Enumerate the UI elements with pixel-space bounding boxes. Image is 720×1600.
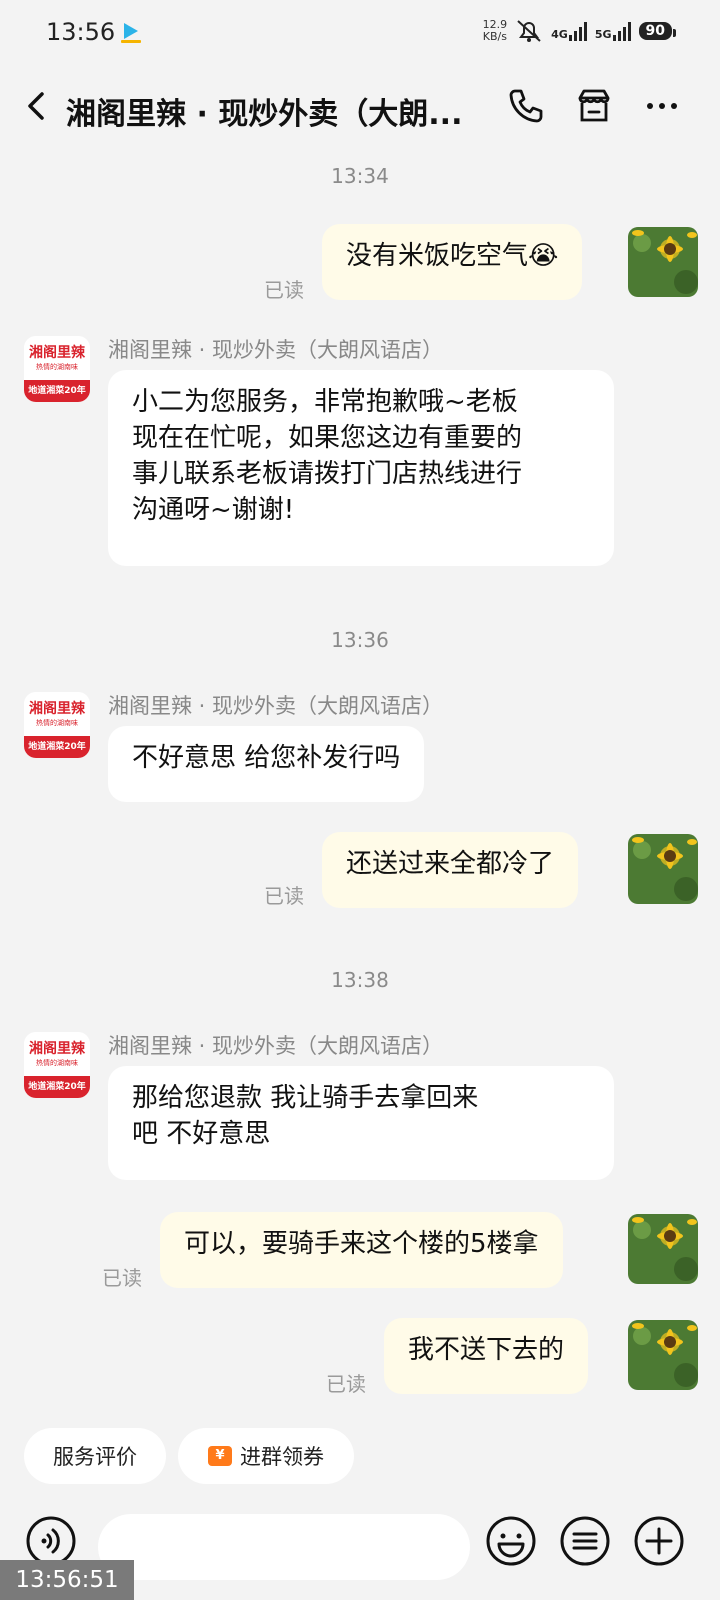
net-speed: 12.9 KB/s xyxy=(483,19,508,43)
shop-icon[interactable] xyxy=(572,84,616,128)
more-icon[interactable] xyxy=(640,84,684,128)
join-group-coupon-button[interactable]: ¥ 进群领券 xyxy=(178,1428,354,1484)
signal-5g-label: 5G xyxy=(594,28,612,41)
back-icon[interactable] xyxy=(18,86,58,126)
sunflower-avatar-icon xyxy=(628,834,698,904)
message-line: 吧 不好意思 xyxy=(132,1119,271,1149)
timestamp: 13:34 xyxy=(331,164,389,188)
message-bubble-outgoing[interactable]: 可以，要骑手来这个楼的5楼拿 xyxy=(160,1212,563,1288)
message-line: 沟通呀~谢谢! xyxy=(132,495,295,525)
message-bubble-outgoing[interactable]: 没有米饭吃空气😭 xyxy=(322,224,583,300)
add-icon[interactable] xyxy=(632,1514,686,1568)
message-bubble-incoming[interactable]: 那给您退款 我让骑手去拿回来 吧 不好意思 xyxy=(108,1066,614,1180)
net-speed-unit: KB/s xyxy=(482,30,507,43)
shop-avatar[interactable]: 湘阁里辣 热情的湖南味 地道湘菜20年 xyxy=(24,336,90,402)
status-time: 13:56 xyxy=(46,18,116,46)
shop-avatar[interactable]: 湘阁里辣 热情的湖南味 地道湘菜20年 xyxy=(24,1032,90,1098)
service-rating-label: 服务评价 xyxy=(53,1445,137,1469)
coupon-icon: ¥ xyxy=(208,1446,232,1466)
shop-avatar[interactable]: 湘阁里辣 热情的湖南味 地道湘菜20年 xyxy=(24,692,90,758)
message-line: 现在在忙呢，如果您这边有重要的 xyxy=(132,423,523,453)
message-bubble-incoming[interactable]: 小二为您服务，非常抱歉哦~老板 现在在忙呢，如果您这边有重要的 事儿联系老板请拨… xyxy=(108,370,614,566)
chat-title[interactable]: 湘阁里辣 · 现炒外卖（大朗... xyxy=(66,89,498,133)
shop-logo-slogan: 热情的湖南味 xyxy=(36,363,78,371)
shop-logo-banner: 地道湘菜20年 xyxy=(24,736,90,758)
signal-bars-icon xyxy=(568,21,587,41)
signal-bars-icon xyxy=(612,21,631,41)
shop-logo-text: 湘阁里辣 xyxy=(29,701,85,717)
shop-logo-text: 湘阁里辣 xyxy=(29,345,85,361)
quick-reply-list-icon[interactable] xyxy=(558,1514,612,1568)
user-avatar[interactable] xyxy=(628,1214,698,1284)
timestamp: 13:38 xyxy=(331,968,389,992)
phone-icon[interactable] xyxy=(504,84,548,128)
emoji-icon[interactable] xyxy=(484,1514,538,1568)
user-avatar[interactable] xyxy=(628,834,698,904)
shop-logo-slogan: 热情的湖南味 xyxy=(36,719,78,727)
shop-logo-slogan: 热情的湖南味 xyxy=(36,1059,78,1067)
chat-header: 湘阁里辣 · 现炒外卖（大朗... xyxy=(0,70,720,150)
sunflower-avatar-icon xyxy=(628,1320,698,1390)
bell-muted-icon xyxy=(517,20,541,42)
shop-logo-banner: 地道湘菜20年 xyxy=(24,380,90,402)
message-line: 小二为您服务，非常抱歉哦~老板 xyxy=(132,387,518,417)
sunflower-avatar-icon xyxy=(628,1214,698,1284)
message-input[interactable] xyxy=(98,1514,470,1580)
sender-name: 湘阁里辣 · 现炒外卖（大朗风语店） xyxy=(108,338,444,362)
user-avatar[interactable] xyxy=(628,1320,698,1390)
user-avatar[interactable] xyxy=(628,227,698,297)
service-rating-button[interactable]: 服务评价 xyxy=(24,1428,166,1484)
signal-5g: 5G xyxy=(595,21,631,41)
shop-logo-text: 湘阁里辣 xyxy=(29,1041,85,1057)
read-receipt: 已读 xyxy=(102,1266,142,1290)
read-receipt: 已读 xyxy=(264,278,304,302)
message-bubble-outgoing[interactable]: 还送过来全都冷了 xyxy=(322,832,579,908)
shop-logo-banner: 地道湘菜20年 xyxy=(24,1076,90,1098)
message-bubble-outgoing[interactable]: 我不送下去的 xyxy=(384,1318,589,1394)
join-group-coupon-label: 进群领券 xyxy=(240,1445,324,1469)
status-indicators: 12.9 KB/s 4G 5G 90 xyxy=(483,16,677,46)
signal-4g-label: 4G xyxy=(551,28,568,41)
sender-name: 湘阁里辣 · 现炒外卖（大朗风语店） xyxy=(108,1034,444,1058)
timestamp: 13:36 xyxy=(331,628,389,652)
read-receipt: 已读 xyxy=(264,884,304,908)
sender-name: 湘阁里辣 · 现炒外卖（大朗风语店） xyxy=(108,694,444,718)
app-notification-icon xyxy=(121,23,141,43)
battery-icon: 90 xyxy=(638,22,677,40)
message-line: 事儿联系老板请拨打门店热线进行 xyxy=(132,459,523,489)
signal-4g: 4G xyxy=(551,21,587,41)
read-receipt: 已读 xyxy=(326,1372,366,1396)
floating-clock: 13:56:51 xyxy=(0,1560,134,1600)
status-bar: 13:56 12.9 KB/s 4G 5G 90 xyxy=(0,0,720,64)
sunflower-avatar-icon xyxy=(628,227,698,297)
message-bubble-incoming[interactable]: 不好意思 给您补发行吗 xyxy=(108,726,425,802)
message-line: 那给您退款 我让骑手去拿回来 xyxy=(132,1083,479,1113)
